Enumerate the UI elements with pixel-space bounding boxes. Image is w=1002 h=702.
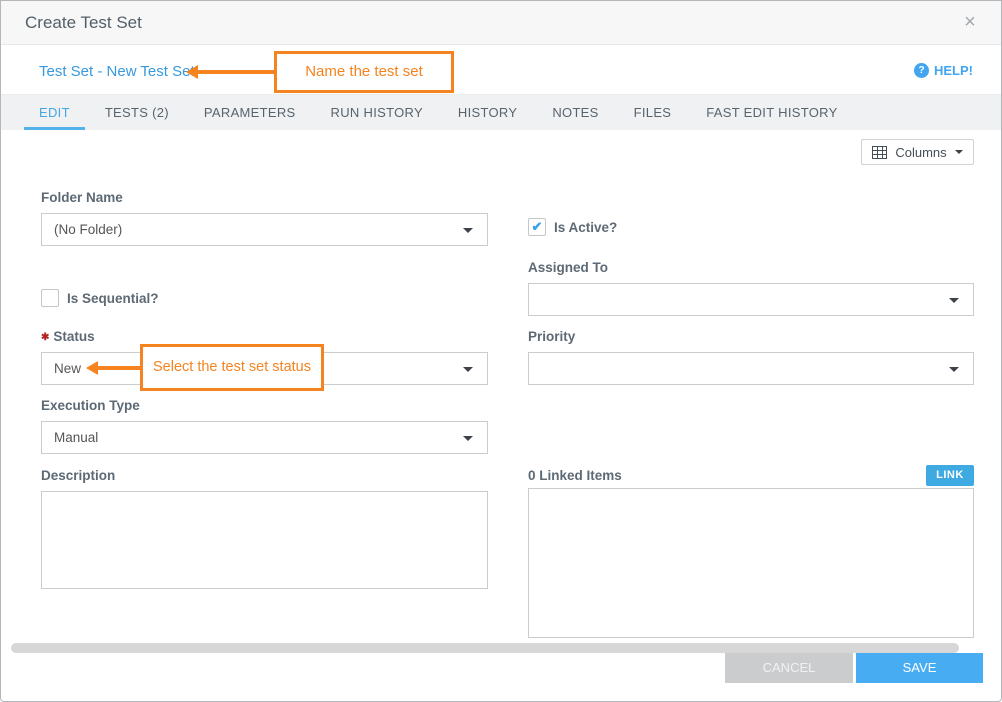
arrow-shaft bbox=[197, 70, 275, 74]
save-button[interactable]: SAVE bbox=[856, 653, 983, 683]
priority-label: Priority bbox=[528, 329, 575, 344]
dialog-title: Create Test Set bbox=[25, 1, 142, 45]
chevron-down-icon bbox=[463, 228, 473, 233]
assigned-to-label: Assigned To bbox=[528, 260, 608, 275]
folder-name-label: Folder Name bbox=[41, 190, 123, 205]
is-active-label: Is Active? bbox=[554, 220, 617, 235]
linked-items-box bbox=[528, 488, 974, 638]
test-set-name-link[interactable]: Test Set - New Test Set bbox=[39, 63, 195, 80]
chevron-down-icon bbox=[463, 436, 473, 441]
execution-type-value: Manual bbox=[54, 430, 98, 445]
tab-files[interactable]: FILES bbox=[619, 95, 687, 130]
chevron-down-icon bbox=[949, 298, 959, 303]
chevron-down-icon bbox=[949, 367, 959, 372]
folder-name-select[interactable]: (No Folder) bbox=[41, 213, 488, 246]
tab-fast-edit-history[interactable]: FAST EDIT HISTORY bbox=[691, 95, 852, 130]
description-label: Description bbox=[41, 468, 115, 483]
columns-label: Columns bbox=[895, 145, 946, 160]
assigned-to-select[interactable] bbox=[528, 283, 974, 316]
status-callout: Select the test set status bbox=[140, 344, 324, 391]
columns-button[interactable]: Columns bbox=[861, 139, 974, 165]
tab-tests[interactable]: TESTS (2) bbox=[90, 95, 184, 130]
tab-run-history[interactable]: RUN HISTORY bbox=[316, 95, 438, 130]
name-callout: Name the test set bbox=[274, 51, 454, 93]
tab-history[interactable]: HISTORY bbox=[443, 95, 532, 130]
execution-type-select[interactable]: Manual bbox=[41, 421, 488, 454]
folder-name-value: (No Folder) bbox=[54, 222, 122, 237]
status-label: ✱ Status bbox=[41, 329, 95, 344]
tab-bar: EDIT TESTS (2) PARAMETERS RUN HISTORY HI… bbox=[1, 94, 1001, 130]
status-value: New bbox=[54, 361, 81, 376]
link-button[interactable]: LINK bbox=[926, 465, 974, 486]
status-label-text: Status bbox=[53, 329, 94, 344]
required-asterisk-icon: ✱ bbox=[41, 332, 49, 343]
chevron-down-icon bbox=[955, 150, 963, 154]
is-sequential-label: Is Sequential? bbox=[67, 291, 159, 306]
arrow-shaft bbox=[97, 366, 141, 370]
tab-notes[interactable]: NOTES bbox=[537, 95, 613, 130]
dialog-header: Create Test Set × bbox=[1, 1, 1001, 45]
table-grid-icon bbox=[872, 146, 887, 159]
linked-items-label: 0 Linked Items bbox=[528, 468, 622, 483]
chevron-down-icon bbox=[463, 367, 473, 372]
cancel-button[interactable]: CANCEL bbox=[725, 653, 853, 683]
priority-select[interactable] bbox=[528, 352, 974, 385]
check-icon: ✔ bbox=[532, 219, 543, 234]
close-icon[interactable]: × bbox=[957, 9, 983, 35]
execution-type-label: Execution Type bbox=[41, 398, 140, 413]
horizontal-scrollbar[interactable] bbox=[11, 643, 959, 653]
is-active-checkbox[interactable]: ✔ bbox=[528, 218, 546, 236]
question-circle-icon: ? bbox=[914, 63, 929, 78]
tab-parameters[interactable]: PARAMETERS bbox=[189, 95, 311, 130]
help-label: HELP! bbox=[934, 63, 973, 78]
create-test-set-dialog: Create Test Set × Test Set - New Test Se… bbox=[0, 0, 1002, 702]
is-sequential-checkbox[interactable] bbox=[41, 289, 59, 307]
tab-edit[interactable]: EDIT bbox=[24, 95, 85, 130]
description-textarea[interactable] bbox=[41, 491, 488, 589]
help-link[interactable]: ? HELP! bbox=[914, 63, 973, 78]
